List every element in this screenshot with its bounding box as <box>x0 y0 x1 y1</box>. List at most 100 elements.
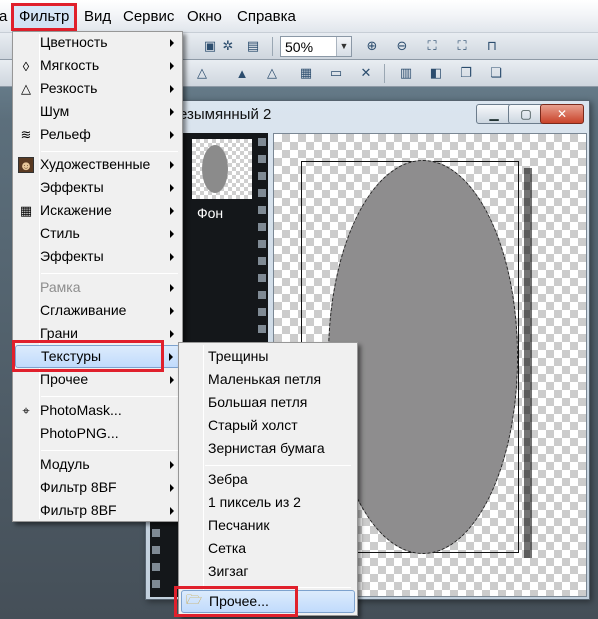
submenu-arrow-icon <box>170 461 174 469</box>
drop-icon[interactable]: △ <box>192 64 212 82</box>
submenu-item-label: Старый холст <box>208 417 298 433</box>
paste-icon[interactable]: ❏ <box>486 64 506 82</box>
submenu-arrow-icon <box>170 108 174 116</box>
menu-item-label: Эффекты <box>40 179 104 195</box>
color-balance-icon[interactable]: ▦ <box>296 64 316 82</box>
menu-item-artistic[interactable]: ☻ Художественные <box>15 154 180 177</box>
window-icon[interactable]: ▤ <box>243 37 263 55</box>
full-screen-icon[interactable]: ⊓ <box>482 37 502 55</box>
close-button[interactable]: ✕ <box>540 104 584 124</box>
menu-item-soften[interactable]: ◊ Мягкость <box>15 55 180 78</box>
submenu-item-label: Большая петля <box>208 394 308 410</box>
minimize-button[interactable]: ▁ <box>476 104 512 124</box>
zoom-select[interactable]: 50% ▼ <box>280 36 352 57</box>
menu-item-effects-2[interactable]: Эффекты <box>15 246 180 269</box>
submenu-item-label: Сетка <box>208 540 247 556</box>
menu-item-emboss[interactable]: ≋ Рельеф <box>15 124 180 147</box>
menu-item-label: Мягкость <box>40 57 100 73</box>
menu-item-other[interactable]: Прочее <box>15 369 180 392</box>
grid-icon: ▦ <box>19 203 33 218</box>
menu-item-label: Грани <box>40 325 78 341</box>
minimize-icon: ▁ <box>489 107 499 121</box>
close-icon: ✕ <box>556 107 568 121</box>
portrait-icon: ☻ <box>18 157 34 173</box>
layer-thumbnail[interactable] <box>192 139 252 199</box>
filter-dropdown-menu: Цветность ◊ Мягкость △ Резкость Шум ≋ Ре… <box>12 31 183 522</box>
columns-icon[interactable]: ▥ <box>396 64 416 82</box>
menu-item-style[interactable]: Стиль <box>15 223 180 246</box>
submenu-item-label: Зернистая бумага <box>208 440 325 456</box>
menu-item-label: Художественные <box>40 156 151 172</box>
sharpen-icon[interactable]: △ <box>262 64 282 82</box>
submenu-arrow-icon <box>170 230 174 238</box>
copy-icon[interactable]: ❐ <box>456 64 476 82</box>
puzzle-icon[interactable]: ✲ <box>218 37 238 55</box>
submenu-item-grid[interactable]: Сетка <box>181 538 355 561</box>
submenu-item-label: Песчаник <box>208 517 270 533</box>
chevron-down-icon[interactable]: ▼ <box>336 37 351 56</box>
open-folder-icon[interactable]: ▣ <box>200 37 220 55</box>
menu-item-sharpen[interactable]: △ Резкость <box>15 78 180 101</box>
menu-item-label: Фильтр 8BF <box>40 479 117 495</box>
menu-item-frame[interactable]: Рамка <box>15 277 180 300</box>
menu-help[interactable]: Справка <box>237 8 296 25</box>
menu-item-distort[interactable]: ▦ Искажение <box>15 200 180 223</box>
menu-bar: а Фильтр Вид Сервис Окно Справка <box>0 0 598 33</box>
submenu-arrow-icon <box>170 161 174 169</box>
thumbnail-ellipse <box>202 145 228 193</box>
fit-window-icon[interactable]: ⛶ <box>422 37 442 55</box>
menu-item-label: PhotoMask... <box>40 402 122 418</box>
tools-icon[interactable]: ✕ <box>356 64 376 82</box>
actual-size-icon[interactable]: ⛶ <box>452 37 472 55</box>
menu-item-noise[interactable]: Шум <box>15 101 180 124</box>
maximize-button[interactable]: ▢ <box>508 104 544 124</box>
monitor-icon[interactable]: ▭ <box>326 64 346 82</box>
menu-item-photopng[interactable]: PhotoPNG... <box>15 423 180 446</box>
submenu-arrow-icon <box>170 507 174 515</box>
menu-view[interactable]: Вид <box>84 8 111 25</box>
menu-item-filter-8bf-2[interactable]: Фильтр 8BF <box>15 500 180 523</box>
submenu-item-label: Зигзаг <box>208 563 249 579</box>
menu-item-label: PhotoPNG... <box>40 425 119 441</box>
submenu-arrow-icon <box>170 284 174 292</box>
submenu-item-grain-paper[interactable]: Зернистая бумага <box>181 438 355 461</box>
submenu-item-old-canvas[interactable]: Старый холст <box>181 415 355 438</box>
submenu-item-sandstone[interactable]: Песчаник <box>181 515 355 538</box>
zoom-in-icon[interactable]: ⊕ <box>362 37 382 55</box>
submenu-item-zebra[interactable]: Зебра <box>181 469 355 492</box>
menu-filter[interactable]: Фильтр <box>19 8 69 25</box>
menu-item-label: Рамка <box>40 279 81 295</box>
submenu-arrow-icon <box>170 330 174 338</box>
triangle-icon[interactable]: ▲ <box>232 64 252 82</box>
mask-icon[interactable]: ◧ <box>426 64 446 82</box>
submenu-item-big-loop[interactable]: Большая петля <box>181 392 355 415</box>
menu-item-label: Модуль <box>40 456 90 472</box>
submenu-item-label: Маленькая петля <box>208 371 322 387</box>
menu-item-label: Искажение <box>40 202 112 218</box>
menu-item-filter-8bf[interactable]: Фильтр 8BF <box>15 477 180 500</box>
menu-item-label: Эффекты <box>40 248 104 264</box>
emboss-icon: ≋ <box>20 127 32 142</box>
menu-item-smoothing[interactable]: Сглаживание <box>15 300 180 323</box>
submenu-item-small-loop[interactable]: Маленькая петля <box>181 369 355 392</box>
submenu-arrow-icon <box>169 353 173 361</box>
menu-separator <box>41 273 178 274</box>
menu-separator <box>41 396 178 397</box>
menu-previous[interactable]: а <box>0 8 7 25</box>
submenu-arrow-icon <box>170 207 174 215</box>
submenu-item-zigzag[interactable]: Зигзаг <box>181 561 355 584</box>
menu-item-module[interactable]: Модуль <box>15 454 180 477</box>
menu-window[interactable]: Окно <box>187 8 222 25</box>
submenu-item-pixel[interactable]: 1 пиксель из 2 <box>181 492 355 515</box>
canvas-shadow <box>524 168 532 558</box>
document-title: езымянный 2 <box>179 106 272 123</box>
menu-item-color[interactable]: Цветность <box>15 32 180 55</box>
menu-item-photomask[interactable]: ⌖ PhotoMask... <box>15 400 180 423</box>
menu-item-effects[interactable]: Эффекты <box>15 177 180 200</box>
submenu-arrow-icon <box>170 376 174 384</box>
maximize-icon: ▢ <box>520 107 532 121</box>
menu-service[interactable]: Сервис <box>123 8 174 25</box>
zoom-out-icon[interactable]: ⊖ <box>392 37 412 55</box>
submenu-item-cracks[interactable]: Трещины <box>181 346 355 369</box>
submenu-item-label: Зебра <box>208 471 248 487</box>
